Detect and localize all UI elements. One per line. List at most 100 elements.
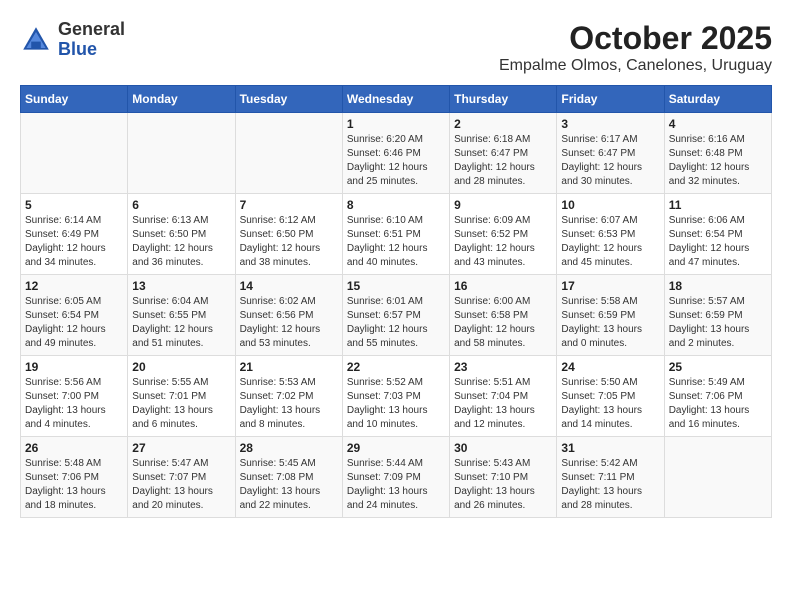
calendar-cell: 24Sunrise: 5:50 AM Sunset: 7:05 PM Dayli… xyxy=(557,356,664,437)
calendar-cell: 8 Sunrise: 6:10 AM Sunset: 6:51 PM Daylig… xyxy=(342,194,449,275)
day-info: Sunrise: 6:16 AM Sunset: 6:48 PM Dayligh… xyxy=(669,133,767,189)
calendar-cell: 10 Sunrise: 6:07 AM Sunset: 6:53 PM Dayli… xyxy=(557,194,664,275)
day-number: 30 xyxy=(454,441,552,455)
page-subtitle: Empalme Olmos, Canelones, Uruguay xyxy=(499,57,772,75)
day-number: 31 xyxy=(561,441,659,455)
calendar-table: SundayMondayTuesdayWednesdayThursdayFrid… xyxy=(20,85,772,518)
calendar-cell: 27 Sunrise: 5:47 AM Sunset: 7:07 PM Dayli… xyxy=(128,437,235,518)
calendar-cell: 13 Sunrise: 6:04 AM Sunset: 6:55 PM Dayli… xyxy=(128,275,235,356)
day-info: Sunrise: 6:18 AM Sunset: 6:47 PM Dayligh… xyxy=(454,133,552,189)
day-number: 18 xyxy=(669,279,767,293)
calendar-cell: 17 Sunrise: 5:58 AM Sunset: 6:59 PM Dayli… xyxy=(557,275,664,356)
day-header-thursday: Thursday xyxy=(450,86,557,113)
day-number: 25 xyxy=(669,360,767,374)
calendar-cell xyxy=(664,437,771,518)
day-header-monday: Monday xyxy=(128,86,235,113)
calendar-cell xyxy=(235,113,342,194)
day-number: 17 xyxy=(561,279,659,293)
day-number: 2 xyxy=(454,117,552,131)
calendar-cell: 23Sunrise: 5:51 AM Sunset: 7:04 PM Dayli… xyxy=(450,356,557,437)
calendar-cell: 7 Sunrise: 6:12 AM Sunset: 6:50 PM Daylig… xyxy=(235,194,342,275)
calendar-cell xyxy=(128,113,235,194)
week-row-2: 5 Sunrise: 6:14 AM Sunset: 6:49 PM Daylig… xyxy=(21,194,772,275)
day-number: 7 xyxy=(240,198,338,212)
calendar-cell xyxy=(21,113,128,194)
day-info: Sunrise: 6:00 AM Sunset: 6:58 PM Dayligh… xyxy=(454,295,552,351)
day-info: Sunrise: 6:20 AM Sunset: 6:46 PM Dayligh… xyxy=(347,133,445,189)
day-info: Sunrise: 5:53 AM Sunset: 7:02 PM Dayligh… xyxy=(240,376,338,432)
day-number: 22 xyxy=(347,360,445,374)
day-info: Sunrise: 6:13 AM Sunset: 6:50 PM Dayligh… xyxy=(132,214,230,270)
day-number: 1 xyxy=(347,117,445,131)
day-info: Sunrise: 5:43 AM Sunset: 7:10 PM Dayligh… xyxy=(454,457,552,513)
calendar-cell: 12 Sunrise: 6:05 AM Sunset: 6:54 PM Dayli… xyxy=(21,275,128,356)
day-info: Sunrise: 5:52 AM Sunset: 7:03 PM Dayligh… xyxy=(347,376,445,432)
day-info: Sunrise: 5:44 AM Sunset: 7:09 PM Dayligh… xyxy=(347,457,445,513)
calendar-cell: 25 Sunrise: 5:49 AM Sunset: 7:06 PM Dayli… xyxy=(664,356,771,437)
day-number: 24 xyxy=(561,360,659,374)
calendar-cell: 1 Sunrise: 6:20 AM Sunset: 6:46 PM Daylig… xyxy=(342,113,449,194)
day-number: 10 xyxy=(561,198,659,212)
day-number: 15 xyxy=(347,279,445,293)
calendar-cell: 11 Sunrise: 6:06 AM Sunset: 6:54 PM Dayli… xyxy=(664,194,771,275)
day-number: 23 xyxy=(454,360,552,374)
week-row-5: 26 Sunrise: 5:48 AM Sunset: 7:06 PM Dayli… xyxy=(21,437,772,518)
day-info: Sunrise: 5:58 AM Sunset: 6:59 PM Dayligh… xyxy=(561,295,659,351)
day-number: 8 xyxy=(347,198,445,212)
calendar-cell: 22 Sunrise: 5:52 AM Sunset: 7:03 PM Dayli… xyxy=(342,356,449,437)
calendar-cell: 2 Sunrise: 6:18 AM Sunset: 6:47 PM Daylig… xyxy=(450,113,557,194)
day-number: 29 xyxy=(347,441,445,455)
calendar-cell: 29 Sunrise: 5:44 AM Sunset: 7:09 PM Dayli… xyxy=(342,437,449,518)
day-number: 19 xyxy=(25,360,123,374)
calendar-cell: 26 Sunrise: 5:48 AM Sunset: 7:06 PM Dayli… xyxy=(21,437,128,518)
day-info: Sunrise: 5:47 AM Sunset: 7:07 PM Dayligh… xyxy=(132,457,230,513)
day-number: 26 xyxy=(25,441,123,455)
day-number: 11 xyxy=(669,198,767,212)
day-header-wednesday: Wednesday xyxy=(342,86,449,113)
logo-blue: Blue xyxy=(58,39,97,59)
day-info: Sunrise: 5:49 AM Sunset: 7:06 PM Dayligh… xyxy=(669,376,767,432)
logo: General Blue xyxy=(20,20,125,60)
day-info: Sunrise: 6:12 AM Sunset: 6:50 PM Dayligh… xyxy=(240,214,338,270)
day-info: Sunrise: 5:56 AM Sunset: 7:00 PM Dayligh… xyxy=(25,376,123,432)
calendar-cell: 14 Sunrise: 6:02 AM Sunset: 6:56 PM Dayli… xyxy=(235,275,342,356)
day-number: 9 xyxy=(454,198,552,212)
day-number: 13 xyxy=(132,279,230,293)
calendar-cell: 9 Sunrise: 6:09 AM Sunset: 6:52 PM Daylig… xyxy=(450,194,557,275)
day-number: 3 xyxy=(561,117,659,131)
page-title: October 2025 xyxy=(499,20,772,57)
calendar-cell: 15Sunrise: 6:01 AM Sunset: 6:57 PM Dayli… xyxy=(342,275,449,356)
calendar-cell: 6 Sunrise: 6:13 AM Sunset: 6:50 PM Daylig… xyxy=(128,194,235,275)
day-info: Sunrise: 6:06 AM Sunset: 6:54 PM Dayligh… xyxy=(669,214,767,270)
day-info: Sunrise: 6:05 AM Sunset: 6:54 PM Dayligh… xyxy=(25,295,123,351)
logo-general: General xyxy=(58,19,125,39)
day-info: Sunrise: 6:14 AM Sunset: 6:49 PM Dayligh… xyxy=(25,214,123,270)
day-info: Sunrise: 6:07 AM Sunset: 6:53 PM Dayligh… xyxy=(561,214,659,270)
day-number: 12 xyxy=(25,279,123,293)
day-number: 6 xyxy=(132,198,230,212)
day-info: Sunrise: 6:10 AM Sunset: 6:51 PM Dayligh… xyxy=(347,214,445,270)
day-info: Sunrise: 6:09 AM Sunset: 6:52 PM Dayligh… xyxy=(454,214,552,270)
day-header-saturday: Saturday xyxy=(664,86,771,113)
calendar-cell: 31 Sunrise: 5:42 AM Sunset: 7:11 PM Dayli… xyxy=(557,437,664,518)
day-header-sunday: Sunday xyxy=(21,86,128,113)
page-header: General Blue October 2025 Empalme Olmos,… xyxy=(20,20,772,75)
day-info: Sunrise: 5:48 AM Sunset: 7:06 PM Dayligh… xyxy=(25,457,123,513)
logo-icon xyxy=(20,24,52,56)
day-info: Sunrise: 5:42 AM Sunset: 7:11 PM Dayligh… xyxy=(561,457,659,513)
calendar-cell: 4Sunrise: 6:16 AM Sunset: 6:48 PM Daylig… xyxy=(664,113,771,194)
week-row-4: 19 Sunrise: 5:56 AM Sunset: 7:00 PM Dayli… xyxy=(21,356,772,437)
day-info: Sunrise: 6:02 AM Sunset: 6:56 PM Dayligh… xyxy=(240,295,338,351)
calendar-cell: 19 Sunrise: 5:56 AM Sunset: 7:00 PM Dayli… xyxy=(21,356,128,437)
day-info: Sunrise: 5:55 AM Sunset: 7:01 PM Dayligh… xyxy=(132,376,230,432)
day-info: Sunrise: 6:04 AM Sunset: 6:55 PM Dayligh… xyxy=(132,295,230,351)
day-info: Sunrise: 5:45 AM Sunset: 7:08 PM Dayligh… xyxy=(240,457,338,513)
days-header-row: SundayMondayTuesdayWednesdayThursdayFrid… xyxy=(21,86,772,113)
day-number: 27 xyxy=(132,441,230,455)
week-row-3: 12 Sunrise: 6:05 AM Sunset: 6:54 PM Dayli… xyxy=(21,275,772,356)
day-info: Sunrise: 5:57 AM Sunset: 6:59 PM Dayligh… xyxy=(669,295,767,351)
day-number: 14 xyxy=(240,279,338,293)
day-number: 5 xyxy=(25,198,123,212)
calendar-cell: 3 Sunrise: 6:17 AM Sunset: 6:47 PM Daylig… xyxy=(557,113,664,194)
day-info: Sunrise: 6:17 AM Sunset: 6:47 PM Dayligh… xyxy=(561,133,659,189)
